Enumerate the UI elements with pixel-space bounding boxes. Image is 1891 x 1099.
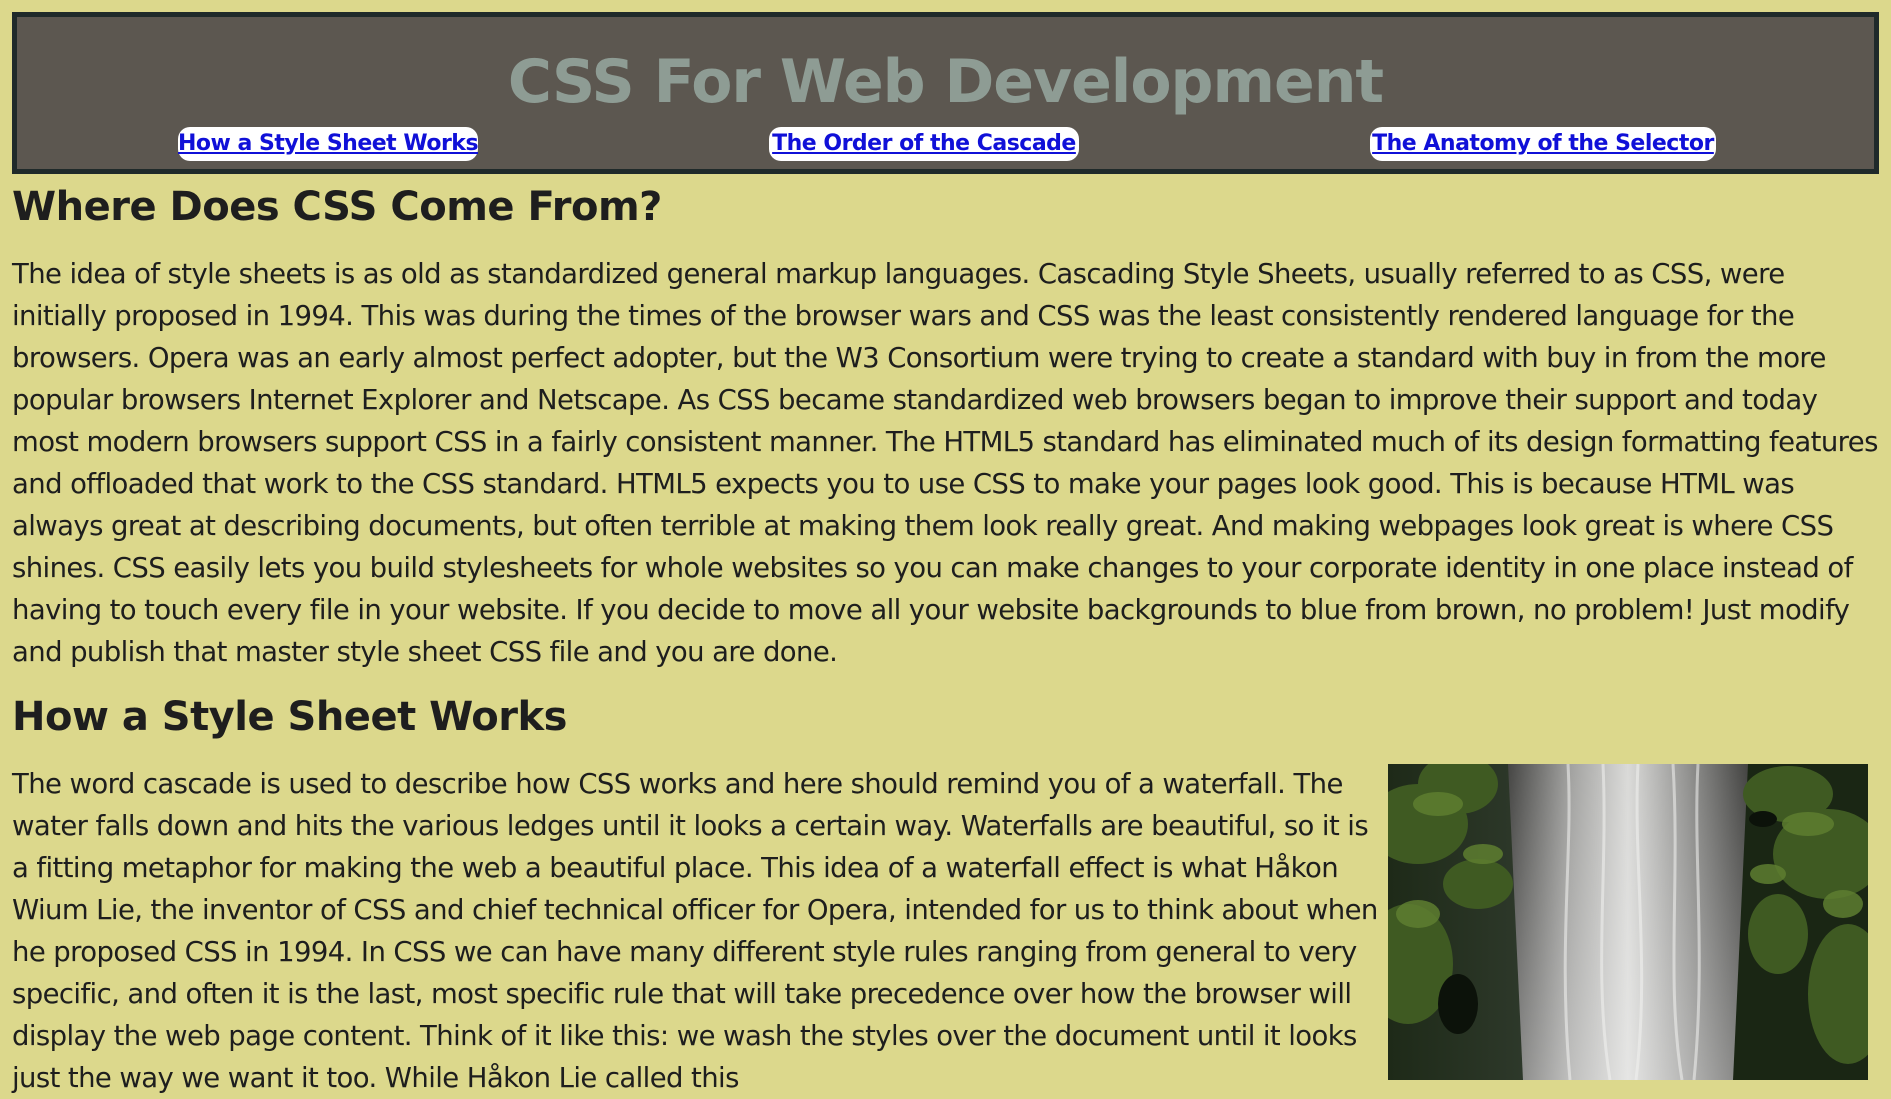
section-paragraph-where-css-comes-from: The idea of style sheets is as old as st… [12,258,1878,668]
section-heading-how-style-sheet-works: How a Style Sheet Works [12,694,567,740]
main-nav: How a Style Sheet Works The Order of the… [17,127,1874,161]
waterfall-image [1388,764,1868,1080]
nav-link-order-of-cascade[interactable]: The Order of the Cascade [769,127,1079,161]
nav-link-anatomy-of-selector[interactable]: The Anatomy of the Selector [1370,127,1716,161]
site-title: CSS For Web Development [507,47,1384,117]
nav-link-how-style-sheet-works[interactable]: How a Style Sheet Works [178,127,479,161]
site-header: CSS For Web Development How a Style Shee… [12,12,1879,174]
section-paragraph-how-style-sheet-works: The word cascade is used to describe how… [12,768,1378,1094]
section-heading-where-css-comes-from: Where Does CSS Come From? [12,184,662,230]
waterfall-photo-icon [1388,764,1868,1080]
